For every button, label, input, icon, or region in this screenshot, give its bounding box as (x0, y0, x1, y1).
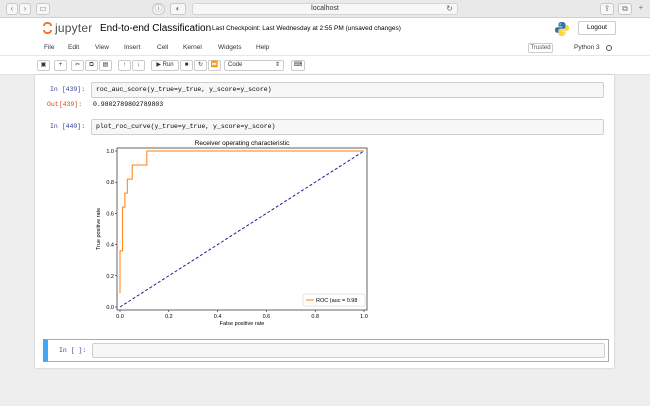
kernel-name: Python 3 (574, 44, 600, 51)
reload-icon[interactable]: ↻ (446, 4, 453, 14)
menu-edit[interactable]: Edit (68, 44, 79, 51)
jupyter-logo[interactable]: jupyter (42, 21, 92, 35)
code-text: roc_auc_score(y_true=y_true, y_score=y_s… (96, 86, 272, 93)
privacy-icon[interactable]: ⓘ (152, 3, 165, 15)
logout-button[interactable]: Logout (578, 21, 616, 35)
x-axis-label: False positive rate (220, 321, 265, 327)
input-prompt: In [439]: (50, 86, 86, 93)
x-tick-label: 0.8 (311, 314, 319, 320)
cut-icon[interactable]: ✂ (71, 60, 84, 71)
chart-title: Receiver operating characteristic (195, 140, 290, 147)
forward-button[interactable]: › (19, 3, 31, 15)
notebook-toolbar: ▣ + ✂ ⧉ ▤ ↑ ↓ ▶ Run ■ ↻ ⏩ Code ⇕ ⌨ (0, 56, 650, 75)
y-tick-label: 0.2 (106, 274, 114, 280)
run-button[interactable]: ▶ Run (151, 60, 179, 71)
tabs-icon[interactable]: ⧉ (618, 3, 632, 15)
checkpoint-status: Last Checkpoint: Last Wednesday at 2:55 … (212, 25, 401, 32)
x-tick-label: 1.0 (360, 314, 368, 320)
select-caret-icon: ⇕ (274, 62, 280, 68)
menu-insert[interactable]: Insert (124, 44, 140, 51)
menu-bar: File Edit View Insert Cell Kernel Widget… (0, 41, 650, 56)
y-tick-label: 0.4 (106, 243, 114, 249)
stop-icon[interactable]: ■ (180, 60, 193, 71)
x-tick-label: 0.0 (116, 314, 124, 320)
x-tick-label: 0.2 (165, 314, 173, 320)
move-down-icon[interactable]: ↓ (132, 60, 145, 71)
menu-cell[interactable]: Cell (157, 44, 168, 51)
cell-type-select[interactable]: Code ⇕ (224, 60, 284, 71)
cell-type-value: Code (228, 62, 243, 68)
trusted-badge[interactable]: Trusted (528, 43, 553, 53)
output-text: 0.9802789802789803 (93, 101, 164, 108)
y-tick-label: 1.0 (106, 149, 114, 155)
sidebar-icon[interactable]: ▭ (36, 3, 50, 15)
legend-label: ROC (auc = 0.98 (316, 298, 357, 304)
x-tick-label: 0.6 (263, 314, 271, 320)
copy-icon[interactable]: ⧉ (85, 60, 98, 71)
y-tick-label: 0.8 (106, 180, 114, 186)
notebook-name[interactable]: End-to-end Classification (100, 23, 211, 34)
back-button[interactable]: ‹ (6, 3, 18, 15)
keyboard-icon[interactable]: ⌨ (291, 60, 305, 71)
kernel-status-icon (606, 45, 612, 51)
code-input[interactable]: roc_auc_score(y_true=y_true, y_score=y_s… (91, 82, 604, 98)
menu-file[interactable]: File (44, 44, 54, 51)
new-tab-icon[interactable]: + (636, 3, 646, 15)
move-up-icon[interactable]: ↑ (118, 60, 131, 71)
code-input[interactable]: plot_roc_curve(y_true=y_true, y_score=y_… (91, 119, 604, 135)
add-cell-icon[interactable]: + (54, 60, 67, 71)
roc-chart: Receiver operating characteristic 0.0 0.2 0… (93, 136, 383, 334)
y-axis-label: True positive rate (96, 208, 102, 250)
menu-help[interactable]: Help (256, 44, 269, 51)
code-text: plot_roc_curve(y_true=y_true, y_score=y_… (96, 123, 276, 130)
browser-toolbar: ‹ › ▭ ⓘ ◐ localhost ↻ ⇪ ⧉ + (0, 0, 650, 18)
input-prompt: In [440]: (50, 123, 86, 130)
address-bar[interactable]: localhost ↻ (192, 3, 458, 15)
paste-icon[interactable]: ▤ (99, 60, 112, 71)
save-icon[interactable]: ▣ (37, 60, 50, 71)
shield-icon[interactable]: ◐ (170, 3, 186, 15)
x-tick-label: 0.4 (214, 314, 222, 320)
y-tick-label: 0.0 (106, 305, 114, 311)
plot-frame (116, 147, 368, 311)
run-label: Run (162, 62, 174, 68)
output-prompt: Out[439]: (47, 101, 83, 108)
menu-view[interactable]: View (95, 44, 109, 51)
share-icon[interactable]: ⇪ (600, 3, 614, 15)
jupyter-logo-icon (42, 21, 53, 35)
roc-chart-svg: Receiver operating characteristic 0.0 0.2 0… (96, 140, 368, 327)
python-logo-icon (555, 22, 569, 36)
run-icon: ▶ (156, 62, 161, 68)
y-tick-label: 0.6 (106, 211, 114, 217)
code-input-empty[interactable] (92, 343, 605, 358)
restart-run-all-icon[interactable]: ⏩ (208, 60, 221, 71)
menu-widgets[interactable]: Widgets (218, 44, 241, 51)
menu-kernel[interactable]: Kernel (183, 44, 202, 51)
jupyter-logo-text: jupyter (55, 21, 93, 35)
jupyter-header: jupyter End-to-end Classification Last C… (0, 18, 650, 41)
restart-icon[interactable]: ↻ (194, 60, 207, 71)
input-prompt: In [ ]: (59, 347, 87, 354)
url-text: localhost (311, 5, 339, 12)
